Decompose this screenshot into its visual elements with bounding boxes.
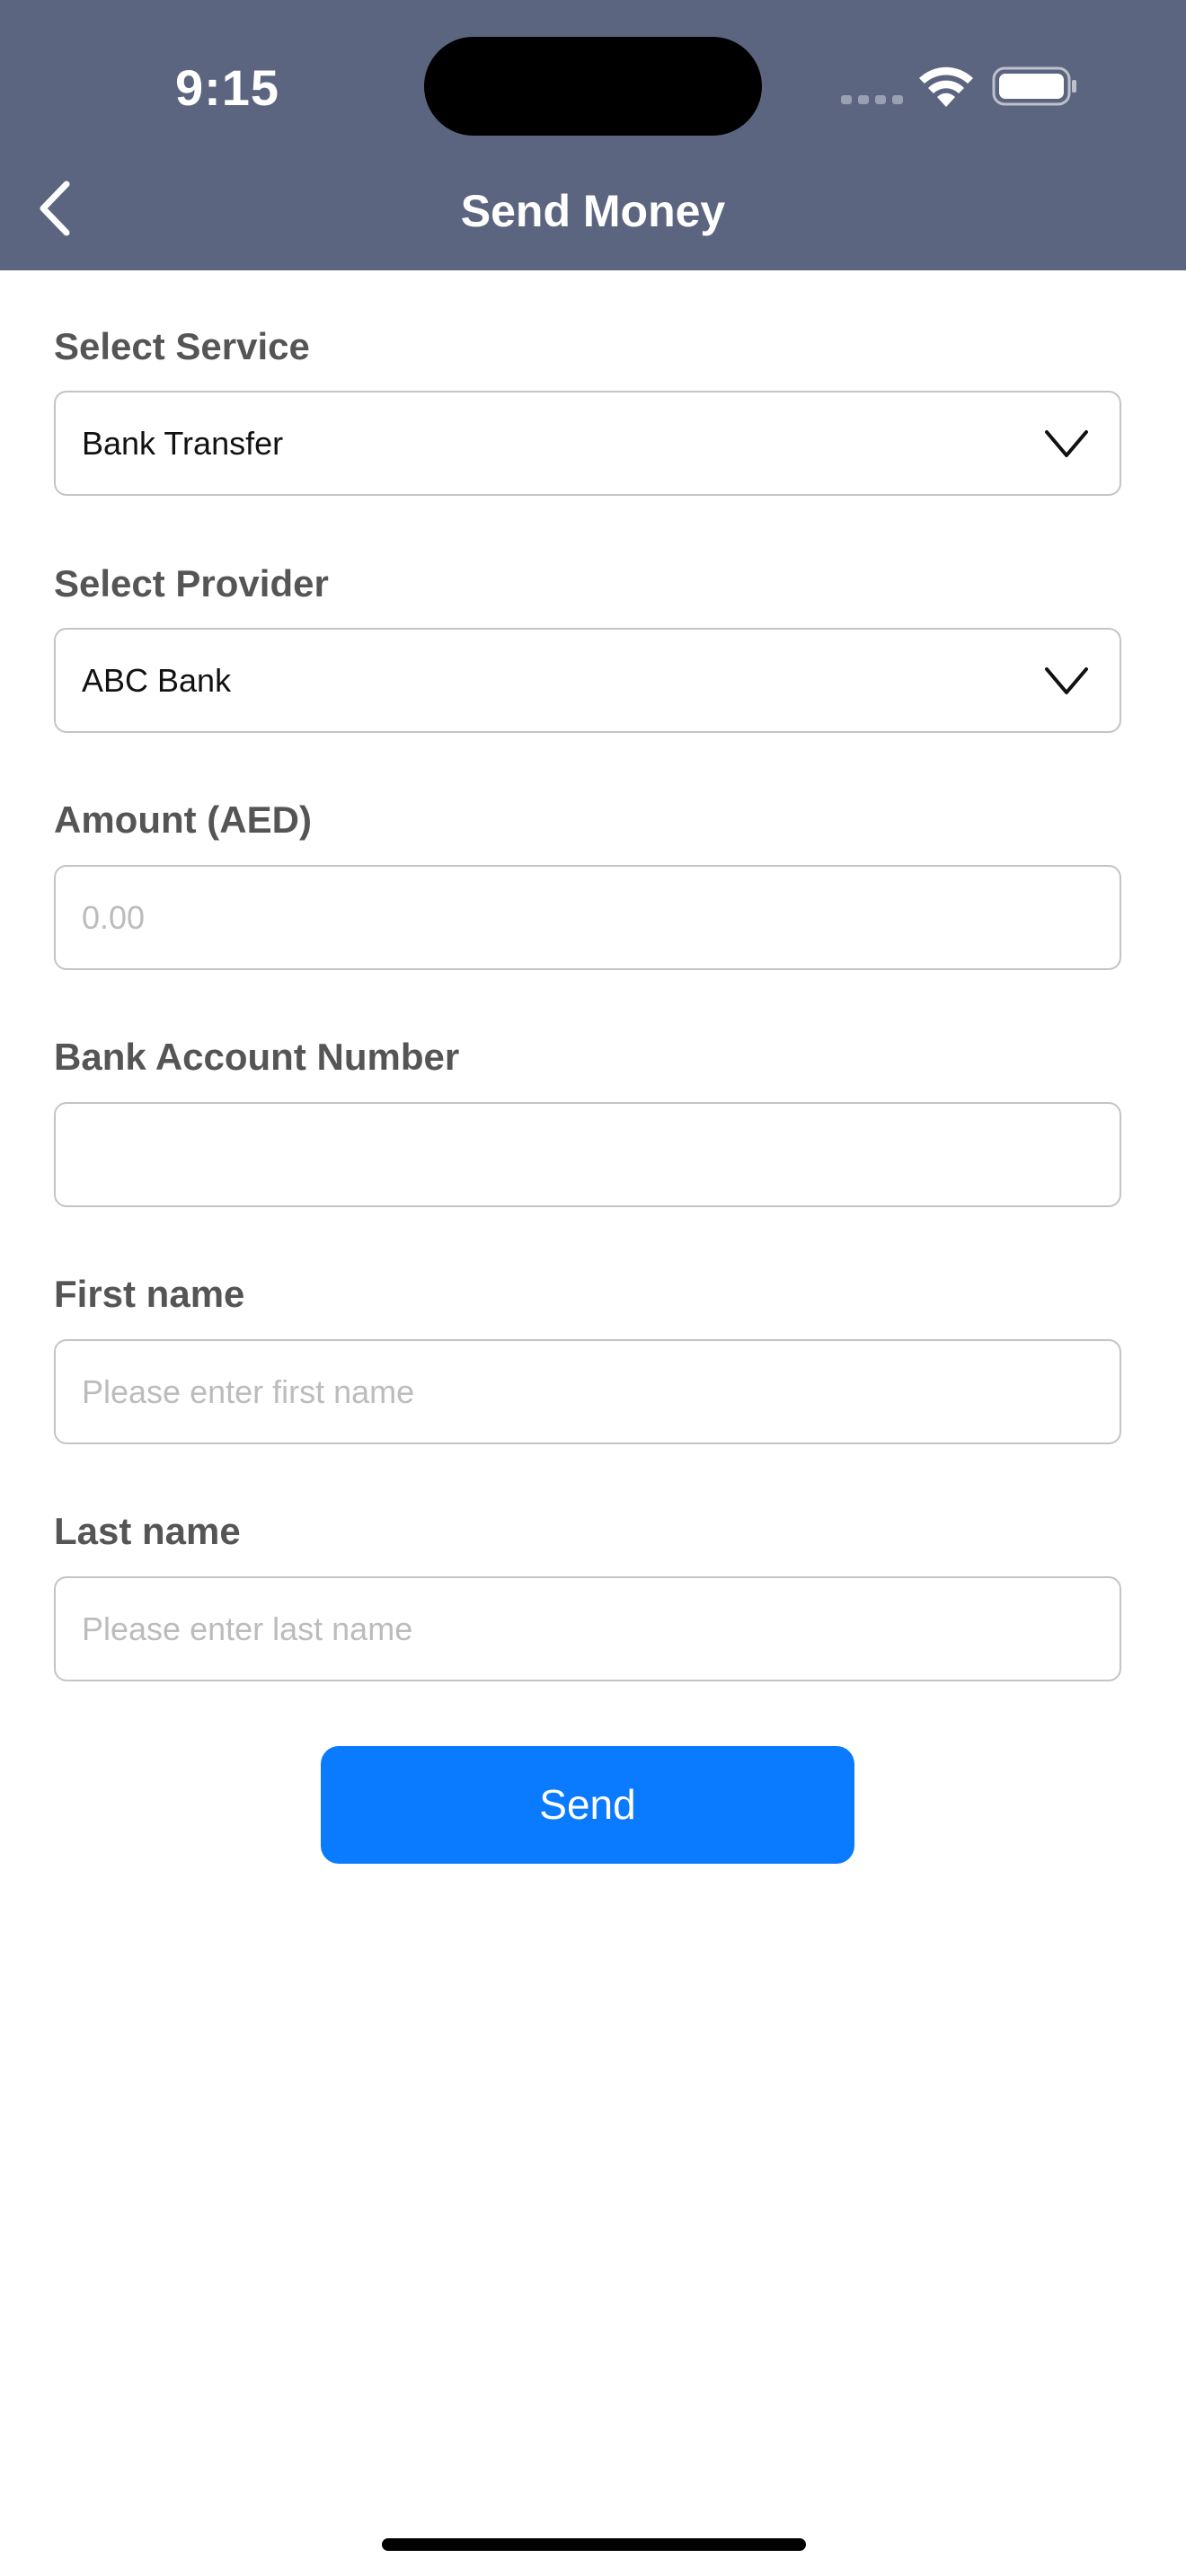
amount-input[interactable]: [56, 867, 1120, 968]
back-button[interactable]: [18, 172, 90, 244]
service-label: Select Service: [54, 325, 310, 367]
last-name-field-box: [54, 1576, 1121, 1681]
amount-label: Amount (AED): [54, 798, 312, 841]
status-time: 9:15: [174, 59, 280, 116]
home-indicator[interactable]: [382, 2538, 806, 2551]
send-button[interactable]: Send: [321, 1746, 854, 1864]
provider-label: Select Provider: [54, 562, 329, 604]
account-number-label: Bank Account Number: [54, 1036, 460, 1078]
account-number-field-box: [54, 1102, 1121, 1207]
battery-icon: [992, 66, 1076, 106]
chevron-down-icon: [1045, 430, 1088, 457]
service-select[interactable]: Bank Transfer: [54, 391, 1121, 496]
send-money-screen: 9:15 Send Money Select Service Bank Tran…: [0, 0, 1186, 2576]
cellular-signal-icon: [841, 95, 903, 104]
provider-selected-value: ABC Bank: [82, 662, 232, 699]
first-name-field-box: [54, 1339, 1121, 1444]
account-number-input[interactable]: [56, 1104, 1120, 1205]
provider-select[interactable]: ABC Bank: [54, 628, 1121, 733]
dynamic-island: [424, 37, 762, 136]
last-name-label: Last name: [54, 1510, 241, 1552]
chevron-down-icon: [1045, 667, 1088, 694]
first-name-input[interactable]: [56, 1341, 1120, 1442]
last-name-input[interactable]: [56, 1578, 1120, 1680]
chevron-left-icon: [40, 181, 70, 236]
amount-field-box: [54, 865, 1121, 970]
service-selected-value: Bank Transfer: [82, 425, 284, 462]
wifi-icon: [919, 66, 973, 107]
page-title: Send Money: [460, 186, 726, 236]
header-bar: 9:15 Send Money: [0, 0, 1186, 270]
first-name-label: First name: [54, 1273, 245, 1315]
